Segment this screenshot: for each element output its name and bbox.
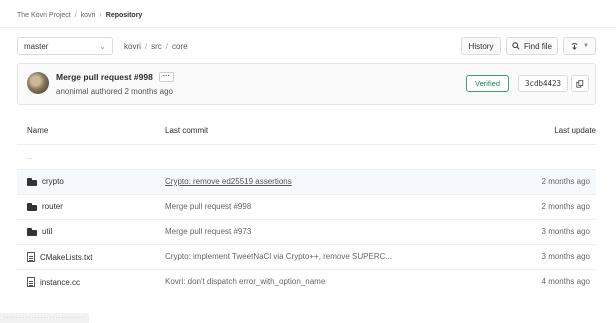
row-name-label: util <box>42 227 53 236</box>
status-tooltip: · · · · · · · · · · · · · · · · · · · · … <box>0 313 90 323</box>
last-commit-panel: Merge pull request #998 ··· anonimal aut… <box>17 63 596 105</box>
folder-icon <box>27 177 37 186</box>
table-row[interactable]: util Merge pull request #973 3 months ag… <box>17 219 596 244</box>
table-row[interactable]: router Merge pull request #998 2 months … <box>17 194 596 219</box>
file-path: kovri / src / core <box>124 37 188 55</box>
table-row-parent[interactable]: .. <box>17 144 596 169</box>
row-commit-message[interactable]: Merge pull request #973 <box>165 227 251 236</box>
commit-title[interactable]: Merge pull request #998 <box>56 72 153 82</box>
commit-title-row: Merge pull request #998 ··· <box>56 72 174 82</box>
expand-commit-button[interactable]: ··· <box>158 72 174 82</box>
row-commit-message[interactable]: Kovri: don't dispatch error_with_option_… <box>165 277 325 286</box>
find-file-label: Find file <box>523 41 552 51</box>
row-date: 3 months ago <box>541 252 590 261</box>
row-date: 3 months ago <box>541 227 590 236</box>
file-icon <box>27 277 35 287</box>
table-row[interactable]: CMakeLists.txt Crypto: implement TweetNa… <box>17 244 596 269</box>
clone-dropdown-button[interactable]: ▼ <box>563 37 596 55</box>
verified-badge[interactable]: Verified <box>466 75 509 92</box>
row-name-label: router <box>42 202 63 211</box>
parent-directory-link[interactable]: .. <box>27 152 31 161</box>
breadcrumb-project[interactable]: The Kovri Project <box>17 12 71 19</box>
breadcrumb-repo[interactable]: kovri <box>81 12 96 19</box>
row-name[interactable]: CMakeLists.txt <box>27 252 92 262</box>
find-file-button[interactable]: Find file <box>506 37 558 55</box>
table-header: Name Last commit Last update <box>0 118 616 144</box>
header-last-commit: Last commit <box>165 126 209 135</box>
path-separator: / <box>144 41 148 51</box>
download-icon <box>571 42 578 50</box>
path-segment-src[interactable]: src <box>151 42 162 51</box>
commit-author: anonimal authored 2 months ago <box>56 87 173 96</box>
path-segment-core[interactable]: core <box>172 42 188 51</box>
table-row[interactable]: crypto Crypto: remove ed25519 assertions… <box>17 169 596 194</box>
row-date: 2 months ago <box>541 202 590 211</box>
chevron-down-icon: ⌄ <box>99 41 106 51</box>
path-separator: / <box>165 41 169 51</box>
branch-selector[interactable]: master ⌄ <box>17 37 113 55</box>
row-commit-message[interactable]: Crypto: remove ed25519 assertions <box>165 177 292 186</box>
table-row[interactable]: instance.cc Kovri: don't dispatch error_… <box>17 269 596 294</box>
row-commit-message[interactable]: Crypto: implement TweetNaCl via Crypto++… <box>165 252 392 261</box>
folder-icon <box>27 227 37 236</box>
header-last-update: Last update <box>554 126 596 135</box>
folder-icon <box>27 202 37 211</box>
row-name[interactable]: crypto <box>27 177 64 186</box>
breadcrumb: The Kovri Project / kovri › Repository <box>17 8 142 22</box>
divider <box>0 27 616 28</box>
row-name-label: CMakeLists.txt <box>40 252 93 262</box>
row-name[interactable]: util <box>27 227 52 236</box>
row-name[interactable]: router <box>27 202 63 211</box>
row-name-label: instance.cc <box>40 277 81 287</box>
header-name: Name <box>27 126 49 135</box>
row-name[interactable]: instance.cc <box>27 277 80 287</box>
history-label: History <box>468 41 494 51</box>
copy-sha-button[interactable] <box>571 75 589 92</box>
avatar[interactable] <box>27 72 49 94</box>
breadcrumb-separator: › <box>99 11 102 19</box>
row-commit-message[interactable]: Merge pull request #998 <box>165 202 251 211</box>
breadcrumb-current[interactable]: Repository <box>106 12 143 19</box>
breadcrumb-separator: / <box>74 11 77 19</box>
file-icon <box>27 252 35 262</box>
copy-icon <box>576 79 584 88</box>
row-date: 4 months ago <box>541 277 590 286</box>
history-button[interactable]: History <box>461 37 501 55</box>
row-date: 2 months ago <box>541 177 590 186</box>
search-icon <box>512 42 520 50</box>
commit-sha[interactable]: 3cdb4423 <box>518 75 568 92</box>
row-name-label: crypto <box>42 177 64 186</box>
chevron-down-icon: ▼ <box>583 43 589 49</box>
path-segment-kovri[interactable]: kovri <box>124 42 141 51</box>
branch-name: master <box>24 41 49 51</box>
